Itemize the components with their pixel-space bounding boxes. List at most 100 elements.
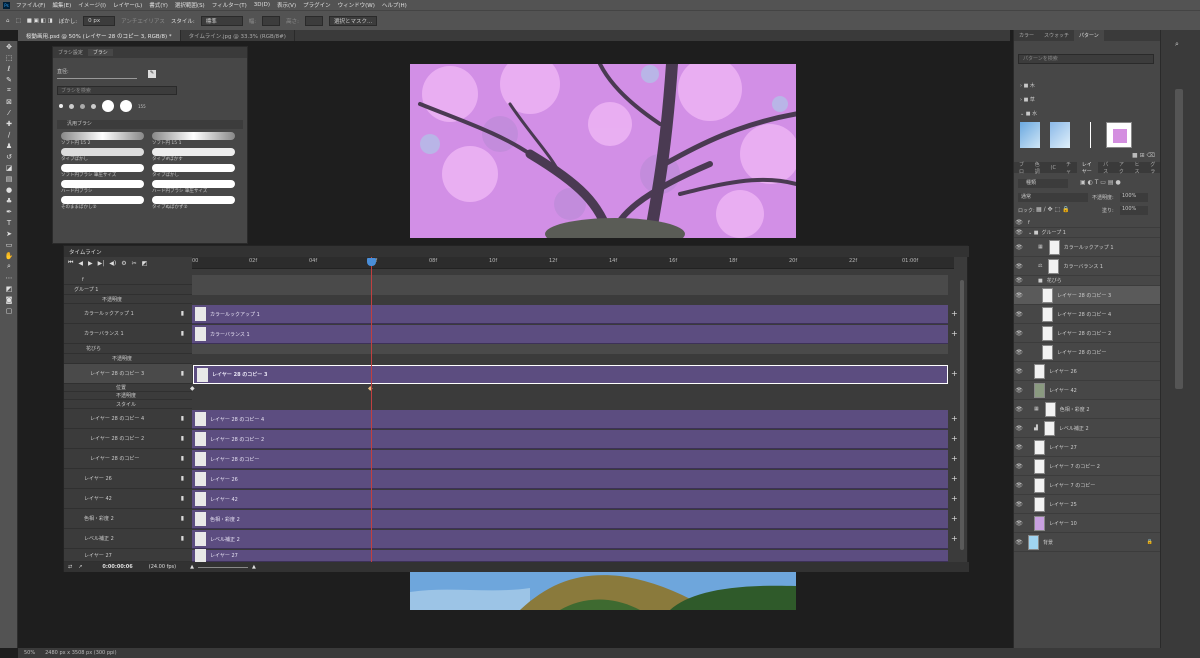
timeline-scrollbar[interactable] [960,280,964,550]
menu-image[interactable]: イメージ(I) [78,1,106,9]
eye-icon[interactable]: 👁 [1014,387,1024,394]
move-tool-icon[interactable]: ✥ [0,41,18,52]
blend-mode-select[interactable]: 通常 [1018,193,1088,202]
add-media-button[interactable]: + [951,514,958,523]
crop-tool-icon[interactable]: ⌗ [0,85,18,96]
brush-preset-dot[interactable] [91,103,96,109]
timeline-clip-selected[interactable]: レイヤー 28 のコピー 3 [193,365,948,384]
track-property[interactable]: 不透明度 [64,295,192,304]
gradient-tool-icon[interactable]: ▤ [0,173,18,184]
pattern-folder[interactable]: › ■ 草 [1020,96,1035,103]
eye-icon[interactable]: 👁 [1014,277,1024,284]
film-icon[interactable]: ▮ [181,495,184,502]
film-icon[interactable]: ▮ [181,515,184,522]
height-input[interactable] [304,15,323,26]
brush-item[interactable]: タイプぼかし [61,148,144,162]
home-icon[interactable]: ⌂ [6,18,10,24]
brush-preset-dot[interactable] [80,103,85,109]
eraser-icon[interactable]: ◪ [0,162,18,173]
zoom-in-icon[interactable]: ▲ [252,564,256,570]
timeline-clip[interactable]: カラールックアップ 1 [192,305,948,324]
frame-tool-icon[interactable]: ⊠ [0,96,18,107]
timeline-clip[interactable]: 色相・彩度 2 [192,510,948,529]
play-icon[interactable]: ▶ [88,260,93,267]
tab-brush-settings[interactable]: ブラシ設定 [53,49,88,56]
tab-color[interactable]: カラー [1014,32,1039,39]
eye-icon[interactable]: 👁 [1014,330,1024,337]
timeline-clip[interactable]: レイヤー 26 [192,470,948,489]
blur-input[interactable]: 0 px [83,15,116,26]
brush-group-header[interactable]: 汎用ブラシ [57,120,243,129]
add-media-button[interactable]: + [951,434,958,443]
layer-row-selected[interactable]: 👁 レイヤー 28 のコピー 3 [1014,286,1161,305]
menu-plugins[interactable]: プラグイン [303,1,331,9]
hand-tool-icon[interactable]: ✋ [0,250,18,261]
menu-filter[interactable]: フィルター(T) [212,1,247,9]
screen-mode-icon[interactable]: ▢ [0,305,18,316]
search-icon[interactable]: ⌕ [1175,40,1200,49]
playhead-handle[interactable] [367,258,376,266]
pen-tool-icon[interactable]: ✒ [0,206,18,217]
film-icon[interactable]: ▮ [181,415,184,422]
track-label[interactable]: f [64,275,192,285]
layer-row[interactable]: 👁 ⚖ カラーバランス 1 [1014,257,1161,276]
split-icon[interactable]: ✂ [132,260,137,267]
eye-icon[interactable]: 👁 [1014,263,1024,270]
zoom-tool-icon[interactable]: ⌕ [0,261,18,272]
eye-icon[interactable]: 👁 [1014,482,1024,489]
pattern-swatch[interactable] [1050,122,1070,148]
lock-icons[interactable]: ▦ ∕ ✥ ⬚ 🔒 [1036,206,1070,213]
brush-item[interactable]: タイプぬぼかず② [152,196,235,210]
layer-row[interactable]: 👁 レイヤー 25 [1014,495,1161,514]
menu-select[interactable]: 選択範囲(S) [175,1,205,9]
menu-file[interactable]: ファイル(F) [16,1,45,9]
brush-item[interactable]: ソフト円 15 1 [152,132,235,146]
type-tool-icon[interactable]: T [0,217,18,228]
timeline-clip[interactable]: レイヤー 28 のコピー 4 [192,410,948,429]
menu-help[interactable]: ヘルプ(H) [382,1,407,9]
rectangle-tool-icon[interactable]: ▭ [0,239,18,250]
group-track[interactable] [192,275,948,295]
timeline-clip[interactable]: レイヤー 28 のコピー 2 [192,430,948,449]
layer-row[interactable]: 👁 ▟ レベル補正 2 [1014,419,1161,438]
layer-row[interactable]: 👁 ▦ 色相・彩度 2 [1014,400,1161,419]
eye-icon[interactable]: 👁 [1014,520,1024,527]
tab-sakura-psd[interactable]: 桜動画用.psd @ 50% (レイヤー 28 のコピー 3, RGB/8) * [18,30,181,41]
film-icon[interactable]: ▮ [181,330,184,337]
layer-row[interactable]: 👁 レイヤー 10 [1014,514,1161,533]
eye-icon[interactable]: 👁 [1014,368,1024,375]
eyedropper-icon[interactable]: ⁄ [0,107,18,118]
transition-icon[interactable]: ◩ [142,260,148,267]
layer-row[interactable]: 👁 ▦ カラールックアップ 1 [1014,238,1161,257]
more-tools-icon[interactable]: ⋯ [0,272,18,283]
add-media-button[interactable]: + [951,414,958,423]
tab-adjustments[interactable]: 色調 [1030,161,1046,175]
film-icon[interactable]: ▮ [181,535,184,542]
track-label[interactable]: レベル補正 2 ▮ [64,529,192,549]
lasso-tool-icon[interactable]: ℓ [0,63,18,74]
tab-history[interactable]: ヒス [1130,161,1146,175]
layer-row[interactable]: 👁 f [1014,218,1161,228]
track-property[interactable]: 不透明度 [64,354,192,364]
track-label[interactable]: レイヤー 42 ▮ [64,489,192,509]
selection-mode-icon[interactable]: ■ ▣ ◧ ◨ [27,18,53,24]
menu-view[interactable]: 表示(V) [277,1,296,9]
style-select[interactable]: 標準 [200,15,243,26]
blur-tool-icon[interactable]: ● [0,184,18,195]
track-label[interactable]: レイヤー 26 ▮ [64,469,192,489]
timeline-ruler[interactable]: 00 02f 04f 06f 08f 10f 12f 14f 16f 18f 2… [192,257,954,269]
brush-item[interactable]: ハード円ブラシ [61,180,144,194]
quick-mask-icon[interactable]: ◙ [0,294,18,305]
layer-row[interactable]: 👁 レイヤー 42 [1014,381,1161,400]
layer-row[interactable]: 👁 ⌄ ■ グループ 1 [1014,228,1161,238]
timeline-clip[interactable]: レベル補正 2 [192,530,948,549]
track-label[interactable]: カラーバランス 1 ▮ [64,324,192,344]
brush-preset-dot[interactable] [59,104,63,108]
film-icon[interactable]: ▮ [181,435,184,442]
tab-libraries[interactable]: (C [1046,165,1061,171]
pattern-search-input[interactable]: パターンを検索 [1018,54,1154,64]
tab-patterns[interactable]: パターン [1074,30,1104,41]
layer-row[interactable]: 👁 レイヤー 7 のコピー [1014,476,1161,495]
track-label[interactable]: レイヤー 28 のコピー 2 ▮ [64,429,192,449]
history-brush-icon[interactable]: ↺ [0,151,18,162]
